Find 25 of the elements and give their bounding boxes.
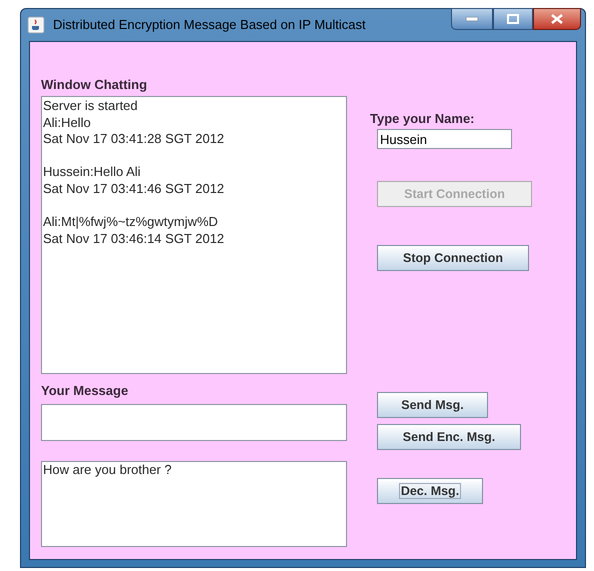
message-input[interactable]: [41, 404, 347, 441]
action-button[interactable]: Stop Connection: [377, 245, 529, 271]
minimize-icon: [466, 17, 478, 21]
close-icon: [551, 14, 563, 24]
name-input[interactable]: Hussein: [377, 129, 512, 149]
minimize-button[interactable]: [451, 8, 493, 30]
coffee-cup-icon: [27, 16, 45, 34]
chat-line: Sat Nov 17 03:46:14 SGT 2012: [43, 230, 226, 248]
section-label: Your Message: [41, 383, 130, 399]
chat-line: Hussein:Hello Ali: [43, 164, 142, 181]
action-button[interactable]: Dec. Msg.: [377, 478, 483, 504]
close-button[interactable]: [533, 8, 581, 30]
chat-line: Sat Nov 17 03:41:28 SGT 2012: [43, 131, 226, 148]
name-label: Type your Name:: [370, 111, 475, 127]
action-button[interactable]: Send Enc. Msg.: [377, 424, 521, 450]
window-title: Distributed Encryption Message Based on IP Multicast: [53, 16, 366, 34]
maximize-button[interactable]: [493, 8, 533, 30]
chat-line: Ali:Mt|%fwj%~tz%gwtymjw%D: [43, 214, 219, 231]
output-text-area[interactable]: How are you brother ?: [41, 461, 347, 547]
action-button[interactable]: Send Msg.: [377, 392, 488, 418]
chat-line: Sat Nov 17 03:41:46 SGT 2012: [43, 180, 226, 198]
chat-line: Ali:Hello: [43, 114, 92, 132]
section-label: Window Chatting: [41, 77, 148, 93]
chat-line: Server is started: [43, 98, 139, 115]
maximize-icon: [507, 14, 519, 24]
